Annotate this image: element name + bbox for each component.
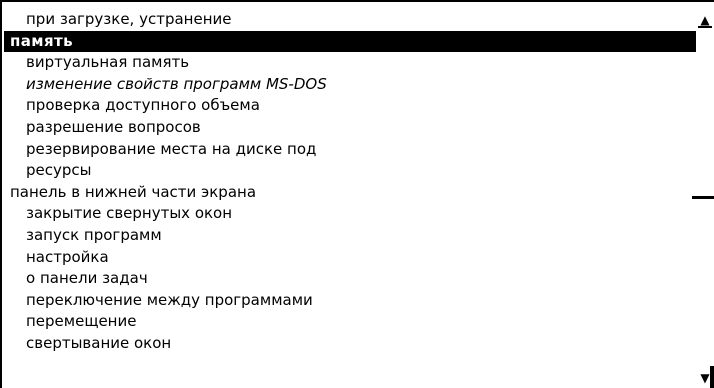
index-entry[interactable]: панель в нижней части экрана	[4, 182, 697, 204]
index-entry[interactable]: ресурсы	[4, 160, 697, 182]
index-entry[interactable]: переключение между программами	[4, 290, 697, 312]
index-entry[interactable]: о панели задач	[4, 268, 697, 290]
scrollbar-thumb[interactable]	[692, 196, 714, 199]
index-entry[interactable]: виртуальная память	[4, 52, 697, 74]
index-listbox[interactable]: при загрузке, устранение память виртуальна…	[0, 0, 714, 388]
index-entry[interactable]: настройка	[4, 247, 697, 269]
index-entry[interactable]: разрешение вопросов	[4, 117, 697, 139]
index-entry[interactable]: запуск программ	[4, 225, 697, 247]
index-entry[interactable]: при загрузке, устранение	[4, 9, 697, 31]
index-list[interactable]: при загрузке, устранение память виртуальна…	[4, 9, 697, 355]
index-entry[interactable]: перемещение	[4, 311, 697, 333]
index-entry[interactable]: изменение свойств программ MS-DOS	[4, 74, 697, 96]
scroll-up-arrow-icon[interactable]: ▲	[698, 14, 712, 28]
index-entry[interactable]: закрытие свернутых окон	[4, 203, 697, 225]
index-entry[interactable]: резервирование места на диске под	[4, 139, 697, 161]
index-entry[interactable]: проверка доступного объема	[4, 95, 697, 117]
vertical-scrollbar[interactable]: ▲ ▼	[692, 2, 714, 388]
scrollbar-edge	[710, 366, 714, 388]
index-entry-selected[interactable]: память	[4, 30, 697, 53]
index-entry[interactable]: свертывание окон	[4, 333, 697, 355]
